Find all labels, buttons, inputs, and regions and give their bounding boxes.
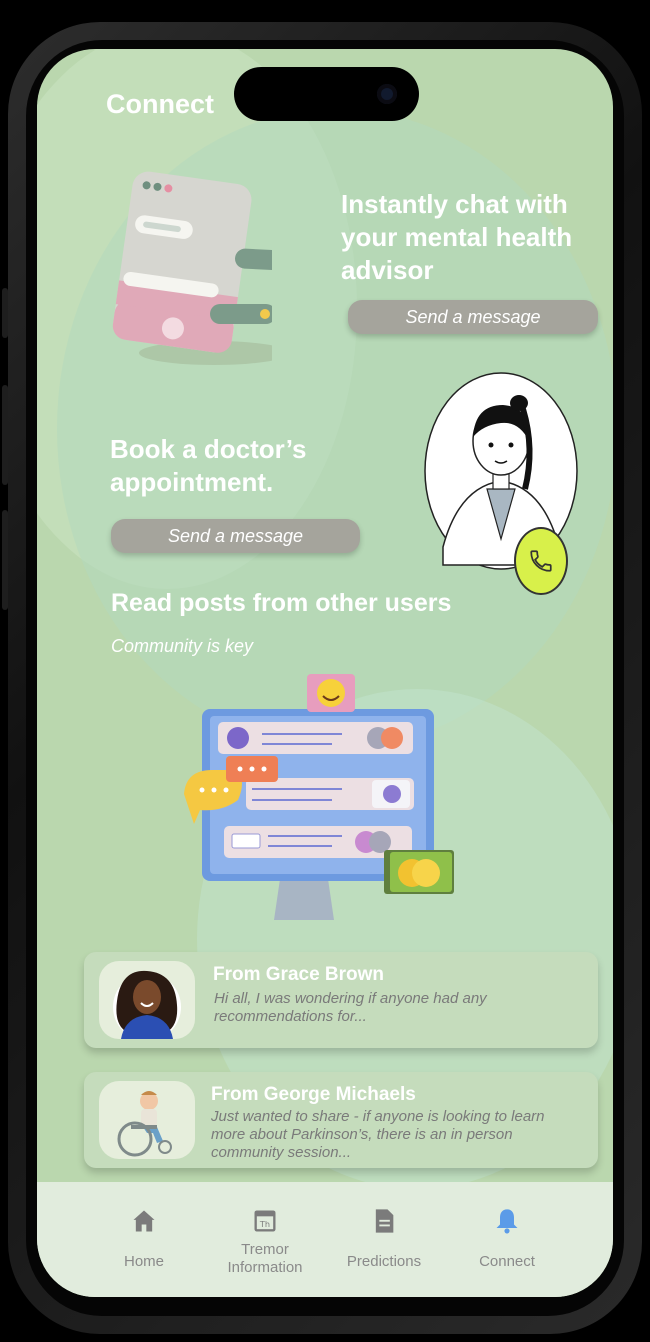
chat-heading-line: your mental health [341,222,573,252]
app-screen: Connect Instantly chat with your mental … [37,49,613,1297]
post-preview-line: community session... [211,1144,352,1161]
volume-button [2,288,8,338]
post-preview-line: Just wanted to share - if anyone is look… [211,1108,545,1125]
doctor-heading-line: Book a doctor’s [110,434,307,464]
doctor-heading-line: appointment. [110,467,274,497]
chat-heading-line: Instantly chat with [341,189,568,219]
camera-icon [377,84,397,104]
post-preview: Hi all, I was wondering if anyone had an… [214,990,487,1026]
page-title: Connect [106,89,214,119]
post-preview-line: Hi all, I was wondering if anyone had an… [214,990,487,1007]
post-preview: Just wanted to share - if anyone is look… [211,1108,545,1162]
bell-icon [496,1209,518,1234]
avatar [99,1081,195,1159]
svg-text:Th: Th [259,1219,270,1229]
bottom-nav: Home Th Tremor Information Predictions C… [37,1182,613,1297]
phone-call-icon[interactable] [514,527,568,595]
nav-label: Connect [479,1253,535,1270]
volume-down-button [2,510,8,610]
nav-item-connect[interactable]: Connect [435,1182,579,1297]
dynamic-island [234,67,419,121]
doctor-heading: Book a doctor’s appointment. [110,433,306,499]
chat-heading-line: advisor [341,255,434,285]
post-preview-line: more about Parkinson’s, there is an in p… [211,1126,513,1143]
chat-phone-illustration [112,171,272,365]
chat-heading: Instantly chat with your mental health a… [341,188,572,287]
calendar-icon: Th [254,1210,276,1232]
post-card[interactable]: From George Michaels Just wanted to shar… [84,1072,598,1168]
volume-up-button [2,385,8,485]
doctor-send-message-button[interactable]: Send a message [111,519,360,553]
document-icon [375,1209,394,1233]
post-author: From Grace Brown [213,964,385,985]
post-preview-line: recommendations for... [214,1008,367,1025]
avatar [99,961,195,1039]
home-icon [133,1210,155,1232]
community-heading: Read posts from other users [111,589,452,617]
post-author: From George Michaels [211,1084,416,1105]
community-subheading: Community is key [111,636,254,656]
chat-send-message-button[interactable]: Send a message [348,300,598,334]
community-monitor-illustration [184,674,454,920]
post-card[interactable]: From Grace Brown Hi all, I was wondering… [84,952,598,1048]
